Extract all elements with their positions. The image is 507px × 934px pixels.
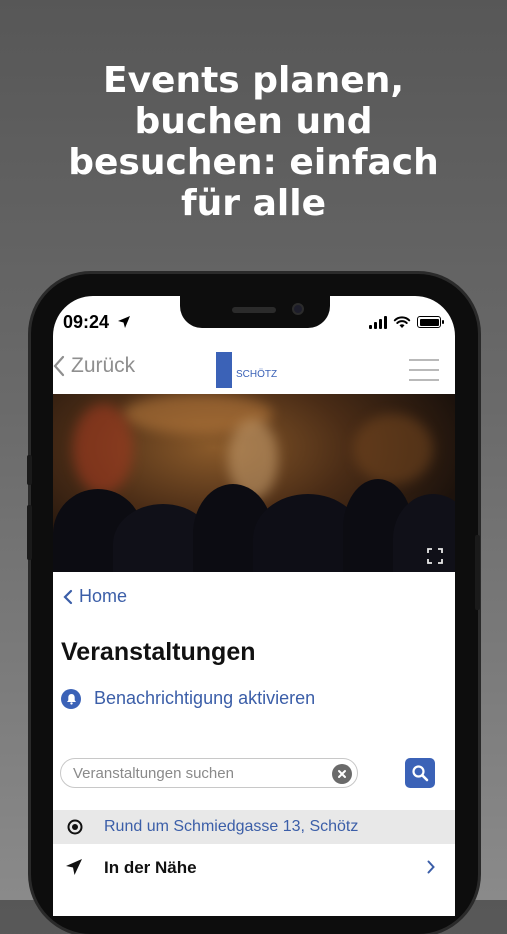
back-label: Zurück: [71, 354, 136, 377]
notification-toggle[interactable]: Benachrichtigung aktivieren: [61, 688, 315, 709]
speaker: [232, 307, 276, 313]
phone-screen: 09:24 Zurück SCHÖTZ Home Veranstaltungen…: [53, 296, 455, 916]
location-arrow-icon: [118, 316, 131, 328]
home-link-label: Home: [79, 586, 128, 606]
camera: [292, 303, 304, 315]
status-time-text: 09:24: [63, 312, 110, 332]
chevron-right-icon: [427, 860, 435, 874]
signal-icon: [369, 315, 387, 329]
expand-icon[interactable]: [427, 548, 443, 564]
logo-text: SCHÖTZ: [236, 360, 277, 380]
search-icon: [412, 765, 429, 782]
headline-line-4: für alle: [181, 183, 326, 224]
main-content: Home Veranstaltungen Benachrichtigung ak…: [53, 572, 455, 916]
target-icon: [67, 819, 83, 835]
notch: [180, 296, 330, 328]
headline-line-1: Events planen,: [102, 60, 405, 101]
page-title: Veranstaltungen: [61, 638, 256, 666]
hero-image: [53, 394, 455, 572]
top-nav-bar: Zurück SCHÖTZ: [53, 346, 455, 394]
back-button[interactable]: Zurück: [53, 354, 135, 378]
search-input[interactable]: [73, 765, 323, 782]
chevron-left-icon: [63, 589, 73, 604]
navigation-arrow-icon: [66, 859, 82, 875]
schoetz-logo[interactable]: SCHÖTZ: [216, 352, 277, 388]
breadcrumb-home-link[interactable]: Home: [63, 586, 127, 607]
status-indicators: [369, 314, 444, 330]
logo-mark: [216, 352, 232, 388]
search-button[interactable]: [405, 758, 435, 788]
notification-label: Benachrichtigung aktivieren: [94, 688, 316, 708]
phone-power-button: [475, 535, 480, 610]
status-time: 09:24: [63, 312, 131, 333]
hamburger-menu-icon[interactable]: [409, 359, 439, 381]
location-text: Rund um Schmiedgasse 13, Schötz: [104, 818, 359, 835]
phone-side-button: [27, 505, 32, 560]
headline-line-2: buchen und: [134, 101, 373, 142]
current-location-row[interactable]: Rund um Schmiedgasse 13, Schötz: [53, 810, 455, 844]
chevron-left-icon: [53, 355, 65, 377]
headline: Events planen, buchen und besuchen: einf…: [0, 60, 507, 224]
search-field: [60, 758, 358, 788]
logo-name: SCHÖTZ: [236, 369, 278, 380]
phone-side-button: [27, 455, 32, 485]
battery-icon: [417, 316, 444, 328]
headline-line-3: besuchen: einfach: [68, 142, 439, 183]
wifi-icon: [393, 316, 411, 328]
clear-icon[interactable]: [332, 764, 352, 784]
nearby-label: In der Nähe: [104, 858, 197, 877]
bell-icon: [61, 688, 81, 709]
nearby-row[interactable]: In der Nähe: [53, 848, 455, 888]
